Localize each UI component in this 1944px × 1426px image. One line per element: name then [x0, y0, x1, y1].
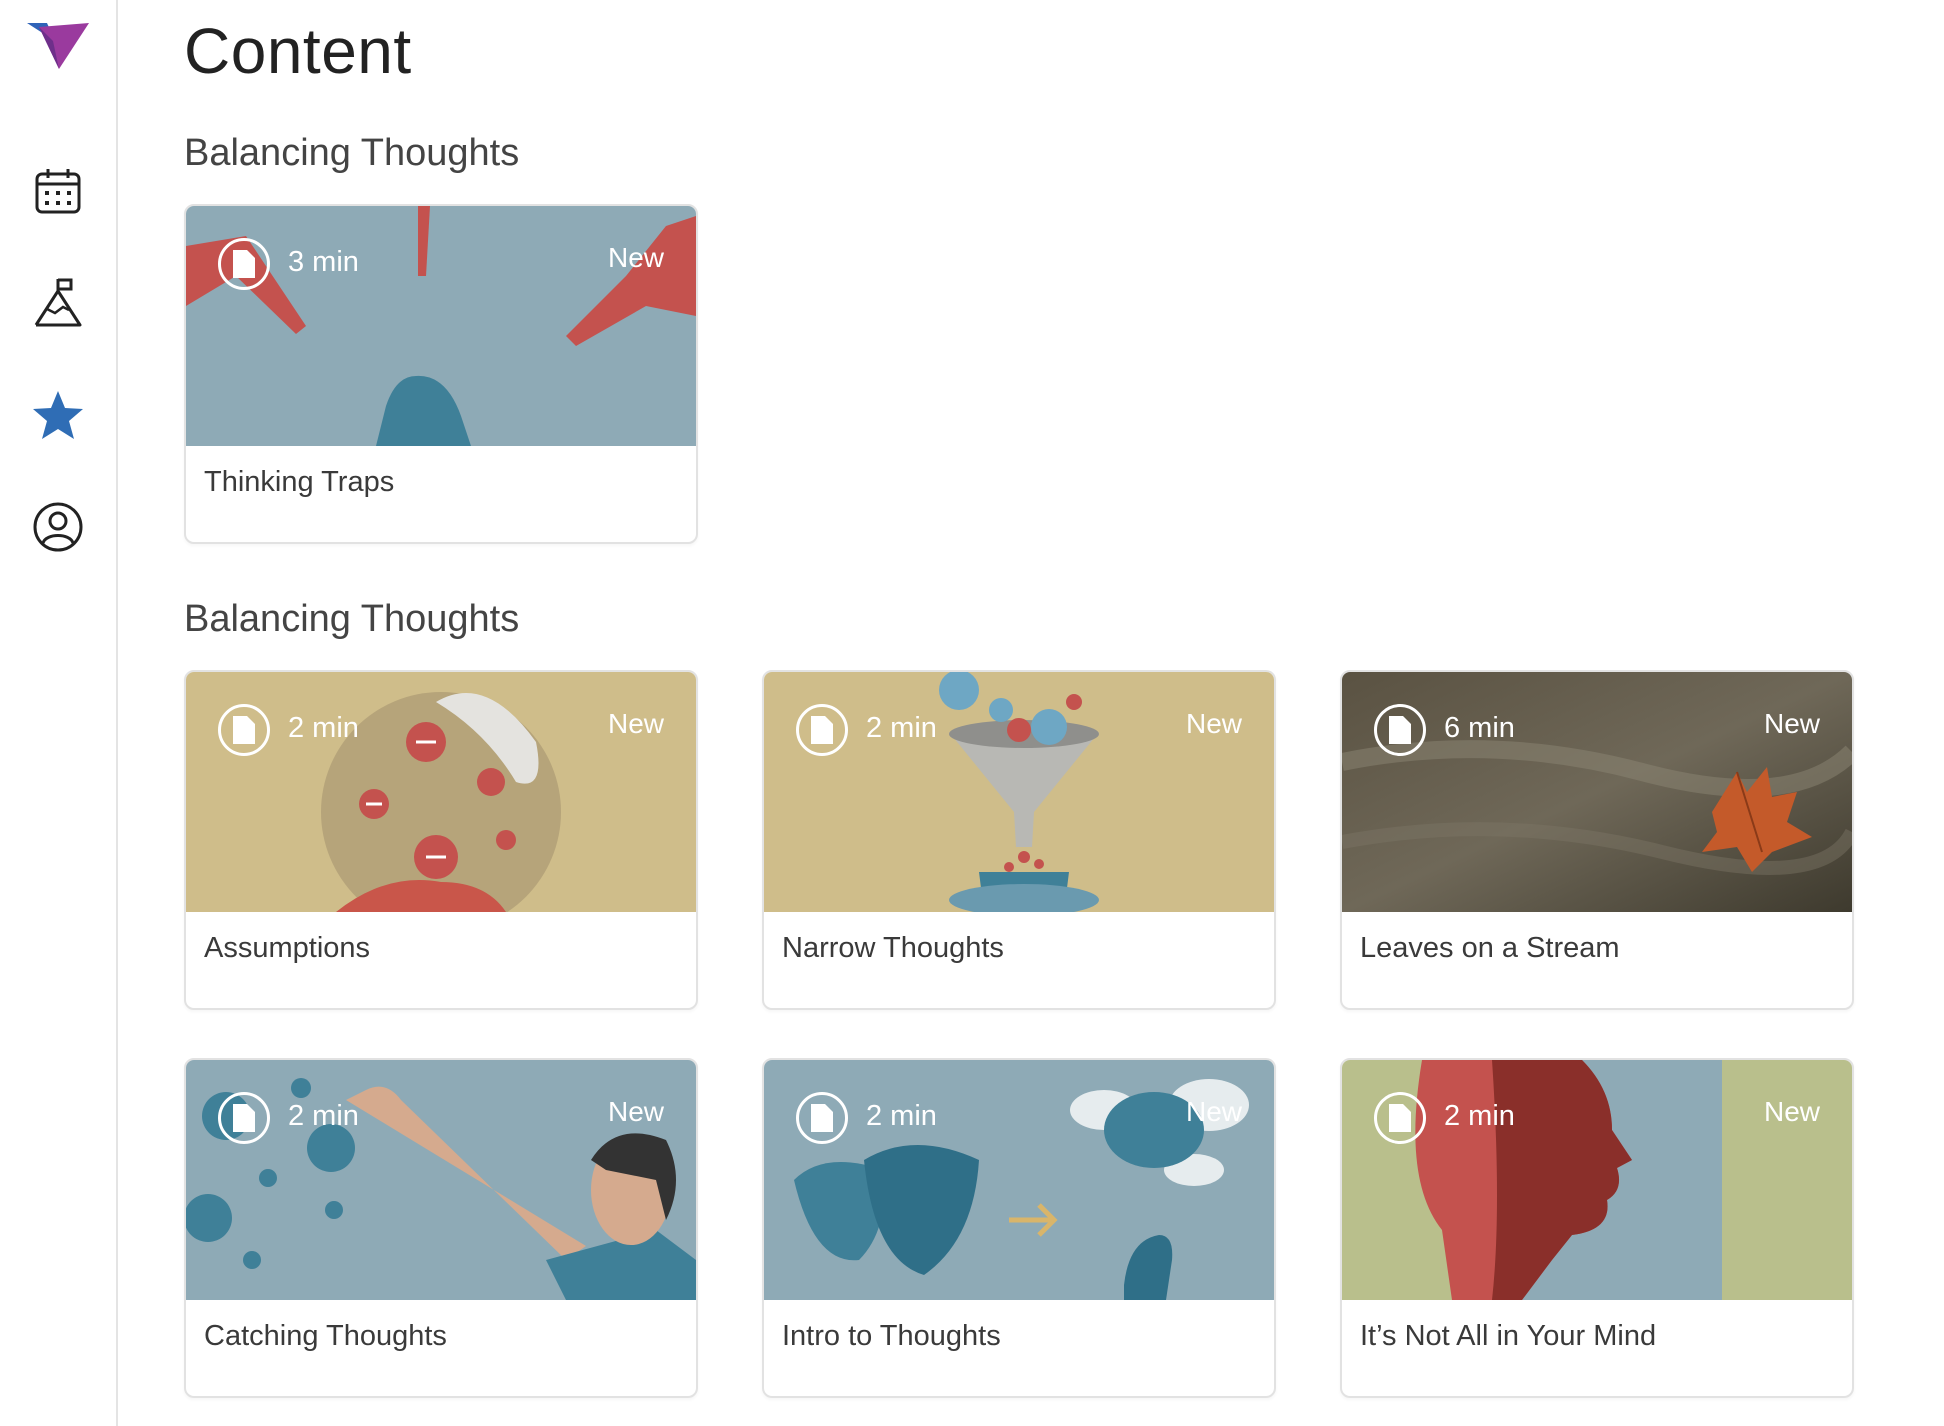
- content-card[interactable]: 3 min New Thinking Traps: [184, 204, 698, 544]
- new-badge: New: [1185, 1096, 1242, 1127]
- new-badge: New: [607, 1096, 664, 1127]
- star-icon: [33, 391, 83, 439]
- duration-label: 2 min: [866, 712, 937, 744]
- card-image: 2 min New: [764, 1060, 1274, 1300]
- sidebar-item-calendar[interactable]: [0, 160, 116, 222]
- card-image: 2 min New: [186, 1060, 696, 1300]
- document-icon: [218, 1092, 270, 1144]
- sidebar: [0, 0, 118, 1426]
- section-title: Balancing Thoughts: [184, 132, 520, 174]
- document-icon: [1374, 1092, 1426, 1144]
- content-card[interactable]: 2 min New Intro to Thoughts: [762, 1058, 1276, 1398]
- content-card[interactable]: 6 min New Leaves on a Stream: [1340, 670, 1854, 1010]
- calendar-icon: [35, 169, 81, 214]
- card-title: Catching Thoughts: [204, 1320, 447, 1352]
- new-badge: New: [1185, 708, 1242, 739]
- content-card[interactable]: 2 min New Narrow Thoughts: [762, 670, 1276, 1010]
- new-badge: New: [1763, 1096, 1820, 1127]
- new-badge: New: [607, 242, 664, 273]
- document-icon: [218, 704, 270, 756]
- card-title: Assumptions: [204, 932, 371, 964]
- card-title: Narrow Thoughts: [782, 932, 1004, 964]
- duration-label: 2 min: [1444, 1100, 1515, 1132]
- page-title: Content: [184, 15, 412, 87]
- duration-label: 2 min: [288, 1100, 359, 1132]
- sidebar-item-favorites[interactable]: [0, 384, 116, 446]
- card-title: Intro to Thoughts: [782, 1320, 1001, 1352]
- document-icon: [1374, 704, 1426, 756]
- content-card[interactable]: 2 min New It’s Not All in Your Mind: [1340, 1058, 1854, 1398]
- user-icon: [33, 502, 83, 552]
- duration-label: 6 min: [1444, 712, 1515, 744]
- duration-label: 3 min: [288, 246, 359, 278]
- document-icon: [796, 704, 848, 756]
- document-icon: [218, 238, 270, 290]
- app-logo[interactable]: [0, 14, 116, 76]
- card-image: 6 min New: [1342, 672, 1852, 912]
- section-title: Balancing Thoughts: [184, 598, 520, 640]
- card-title: Leaves on a Stream: [1360, 932, 1620, 964]
- content-card[interactable]: 2 min New Catching Thoughts: [184, 1058, 698, 1398]
- sidebar-item-goals[interactable]: [0, 272, 116, 334]
- new-badge: New: [607, 708, 664, 739]
- sidebar-item-profile[interactable]: [0, 496, 116, 558]
- mountain-flag-icon: [34, 278, 82, 327]
- card-title: It’s Not All in Your Mind: [1360, 1320, 1657, 1352]
- card-image: 3 min New: [186, 206, 696, 446]
- card-title: Thinking Traps: [204, 466, 395, 498]
- new-badge: New: [1763, 708, 1820, 739]
- card-image: 2 min New: [764, 672, 1274, 912]
- duration-label: 2 min: [866, 1100, 937, 1132]
- duration-label: 2 min: [288, 712, 359, 744]
- document-icon: [796, 1092, 848, 1144]
- card-image: 2 min New: [186, 672, 696, 912]
- content-card[interactable]: 2 min New Assumptions: [184, 670, 698, 1010]
- card-image: 2 min New: [1342, 1060, 1852, 1300]
